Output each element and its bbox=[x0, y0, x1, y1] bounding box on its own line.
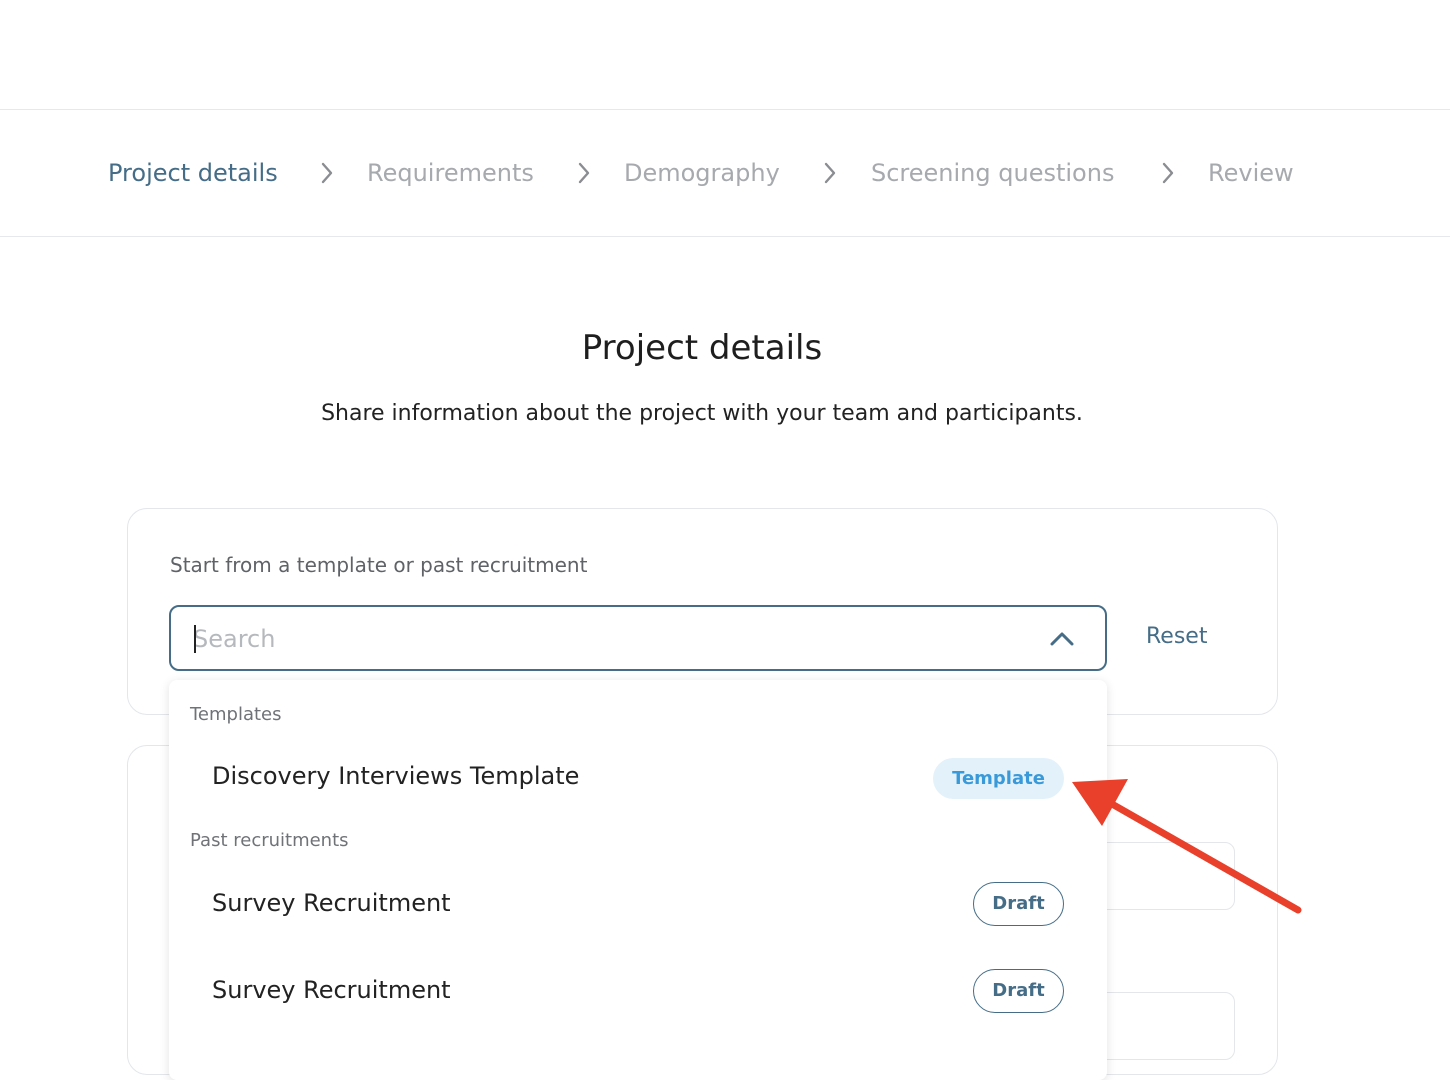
option-label: Survey Recruitment bbox=[212, 889, 451, 917]
template-dropdown: Templates Discovery Interviews Template … bbox=[169, 680, 1107, 1080]
step-screening-questions[interactable]: Screening questions bbox=[871, 156, 1114, 190]
chevron-right-icon bbox=[320, 161, 334, 185]
chevron-right-icon bbox=[823, 161, 837, 185]
search-input[interactable] bbox=[193, 619, 1013, 659]
option-label: Discovery Interviews Template bbox=[212, 762, 580, 790]
step-requirements[interactable]: Requirements bbox=[367, 156, 534, 190]
reset-button[interactable]: Reset bbox=[1146, 622, 1207, 652]
page-title: Project details bbox=[581, 328, 823, 368]
top-bar bbox=[0, 0, 1450, 110]
draft-badge: Draft bbox=[973, 969, 1064, 1013]
chevron-right-icon bbox=[577, 161, 591, 185]
template-badge: Template bbox=[933, 758, 1064, 799]
step-demography[interactable]: Demography bbox=[624, 156, 780, 190]
step-review[interactable]: Review bbox=[1208, 156, 1294, 190]
chevron-up-icon[interactable] bbox=[1049, 629, 1075, 647]
group-label-templates: Templates bbox=[190, 704, 282, 725]
group-label-past-recruitments: Past recruitments bbox=[190, 830, 349, 851]
option-label: Survey Recruitment bbox=[212, 976, 451, 1004]
step-project-details[interactable]: Project details bbox=[108, 156, 278, 190]
arrow-icon bbox=[1072, 779, 1302, 914]
draft-badge: Draft bbox=[973, 882, 1064, 926]
template-search-box[interactable] bbox=[169, 605, 1107, 671]
chevron-right-icon bbox=[1161, 161, 1175, 185]
template-picker-label: Start from a template or past recruitmen… bbox=[170, 553, 588, 577]
text-cursor bbox=[194, 625, 196, 653]
page-subtitle: Share information about the project with… bbox=[321, 401, 1083, 426]
